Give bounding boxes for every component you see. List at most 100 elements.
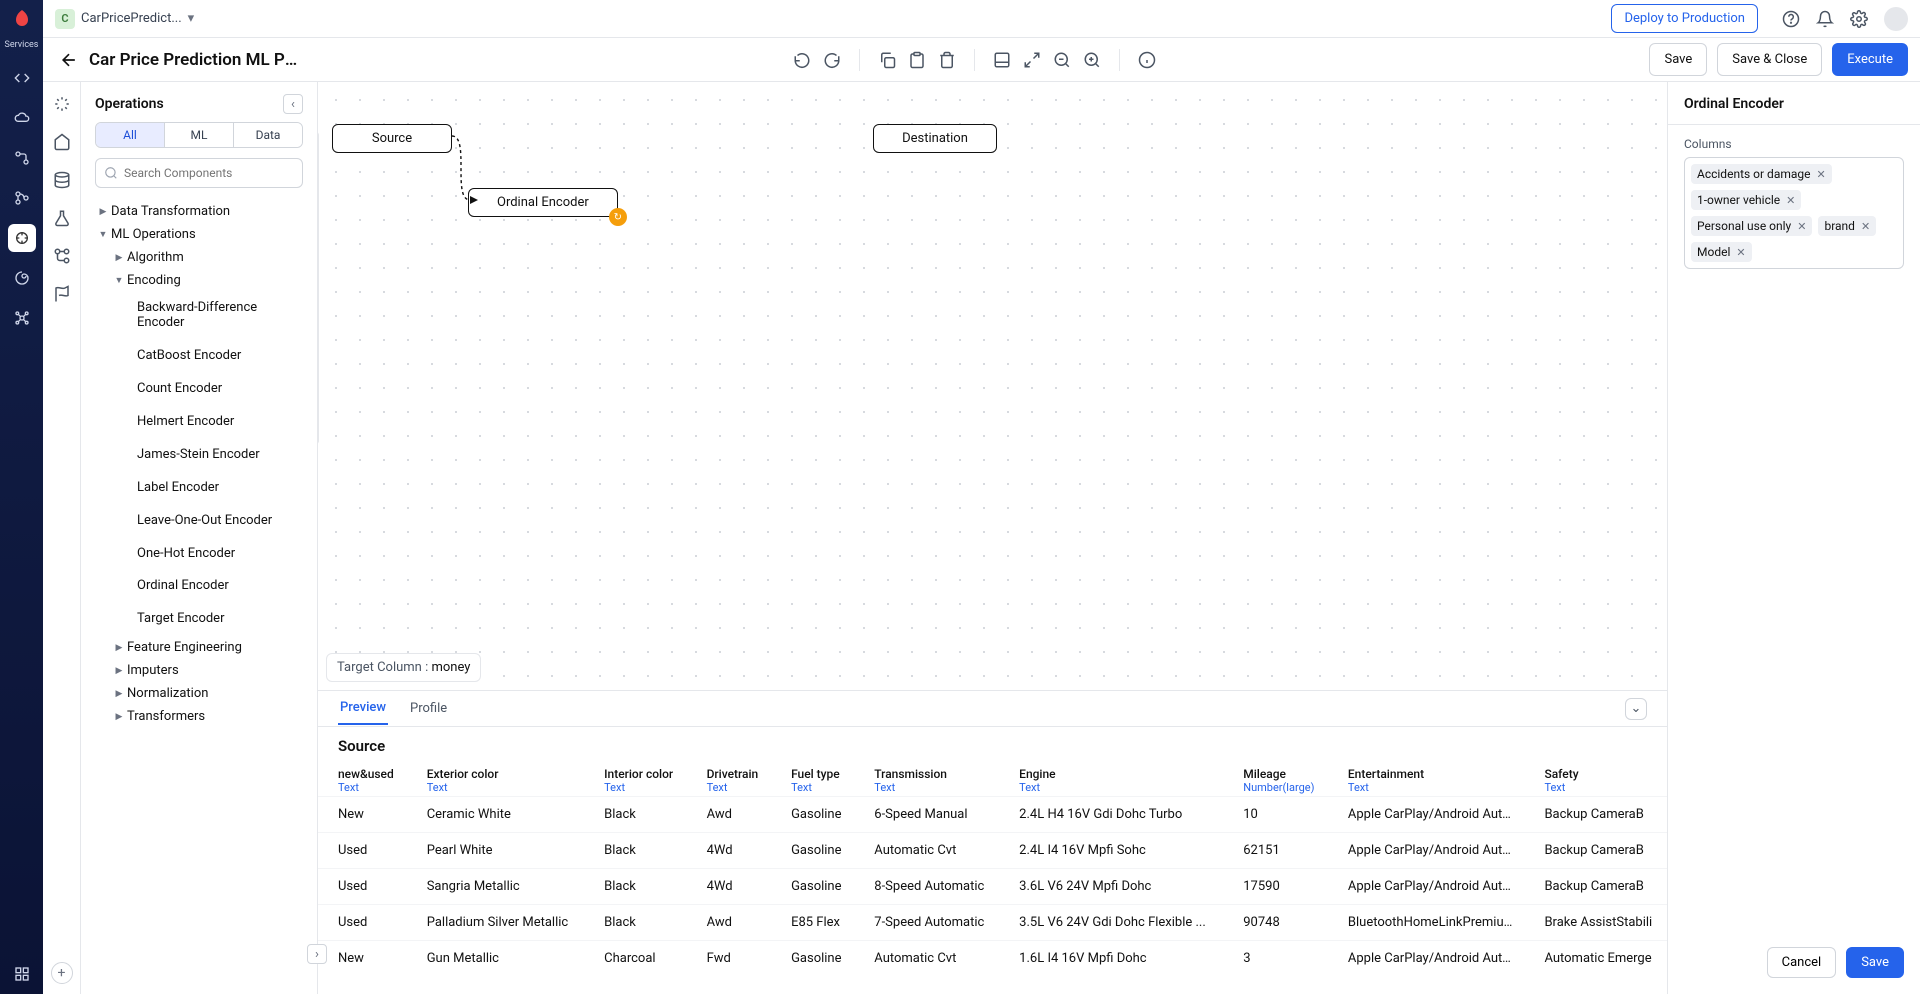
tree-leaf[interactable]: Helmert Encoder <box>81 406 317 439</box>
table-cell: Gun Metallic <box>407 941 584 977</box>
collapse-panel-button[interactable]: ‹ <box>283 94 303 114</box>
table-row[interactable]: UsedSangria MetallicBlack4WdGasoline8-Sp… <box>318 869 1667 905</box>
tree-leaf[interactable]: Count Encoder <box>81 373 317 406</box>
column-tag[interactable]: Model✕ <box>1691 242 1752 262</box>
home-icon[interactable] <box>50 130 74 154</box>
back-button[interactable] <box>55 46 83 74</box>
tree-leaf[interactable]: Label Encoder <box>81 472 317 505</box>
table-row[interactable]: NewGun MetallicCharcoalFwdGasolineAutoma… <box>318 941 1667 977</box>
remove-tag-icon[interactable]: ✕ <box>1786 194 1795 207</box>
help-icon[interactable] <box>1780 8 1802 30</box>
bell-icon[interactable] <box>1814 8 1836 30</box>
column-header[interactable]: Interior colorText <box>584 761 686 797</box>
column-tag[interactable]: Personal use only✕ <box>1691 216 1812 236</box>
remove-tag-icon[interactable]: ✕ <box>1817 168 1826 181</box>
remove-tag-icon[interactable]: ✕ <box>1861 220 1870 233</box>
search-components[interactable] <box>95 158 303 188</box>
tree-transformers[interactable]: ▶Transformers <box>81 705 317 728</box>
tab-ml[interactable]: ML <box>164 123 233 147</box>
execute-button[interactable]: Execute <box>1832 43 1908 76</box>
tree-leaf[interactable]: Backward-Difference Encoder <box>81 292 317 340</box>
column-header[interactable]: EngineText <box>999 761 1223 797</box>
info-icon[interactable] <box>1132 45 1162 75</box>
tree-encoding[interactable]: ▼Encoding <box>81 269 317 292</box>
column-header[interactable]: SafetyText <box>1524 761 1667 797</box>
column-header[interactable]: Exterior colorText <box>407 761 584 797</box>
tab-data[interactable]: Data <box>233 123 302 147</box>
remove-tag-icon[interactable]: ✕ <box>1736 246 1745 259</box>
paste-icon[interactable] <box>902 45 932 75</box>
table-row[interactable]: NewCeramic WhiteBlackAwdGasoline6-Speed … <box>318 797 1667 833</box>
database-icon[interactable] <box>50 168 74 192</box>
gear-icon[interactable] <box>1848 8 1870 30</box>
tab-all[interactable]: All <box>96 123 164 147</box>
project-selector[interactable]: C CarPricePredict... ▾ <box>55 9 194 29</box>
copy-icon[interactable] <box>872 45 902 75</box>
table-row[interactable]: UsedPearl WhiteBlack4WdGasolineAutomatic… <box>318 833 1667 869</box>
flag-icon[interactable] <box>50 282 74 306</box>
search-input[interactable] <box>124 166 294 180</box>
tree-normalization[interactable]: ▶Normalization <box>81 682 317 705</box>
save-close-button[interactable]: Save & Close <box>1717 43 1822 76</box>
table-cell: Awd <box>687 797 772 833</box>
rail-ml-icon[interactable] <box>8 304 36 332</box>
panel-cancel-button[interactable]: Cancel <box>1767 947 1837 978</box>
remove-tag-icon[interactable]: ✕ <box>1797 220 1806 233</box>
redo-icon[interactable] <box>817 45 847 75</box>
tree-leaf[interactable]: One-Hot Encoder <box>81 538 317 571</box>
node-ordinal-encoder[interactable]: Ordinal Encoder <box>468 188 618 217</box>
rail-diagram-icon[interactable] <box>8 144 36 172</box>
node-source[interactable]: Source <box>332 124 452 153</box>
column-header[interactable]: TransmissionText <box>854 761 999 797</box>
fullscreen-icon[interactable] <box>1017 45 1047 75</box>
tree-leaf[interactable]: James-Stein Encoder <box>81 439 317 472</box>
tree-algorithm[interactable]: ▶Algorithm <box>81 246 317 269</box>
flask-icon[interactable] <box>50 206 74 230</box>
tree-leaf[interactable]: Target Encoder <box>81 603 317 636</box>
save-button[interactable]: Save <box>1649 43 1707 76</box>
tree-leaf[interactable]: Leave-One-Out Encoder <box>81 505 317 538</box>
panel-save-button[interactable]: Save <box>1846 947 1904 978</box>
table-row[interactable]: UsedPalladium Silver MetallicBlackAwdE85… <box>318 905 1667 941</box>
node-destination[interactable]: Destination <box>873 124 997 153</box>
pipeline-canvas[interactable]: Source Destination Ordinal Encoder Targe… <box>318 82 1667 690</box>
tree-imputers[interactable]: ▶Imputers <box>81 659 317 682</box>
tree-feature-engineering[interactable]: ▶Feature Engineering <box>81 636 317 659</box>
column-header[interactable]: EntertainmentText <box>1328 761 1525 797</box>
add-component-button[interactable]: + <box>51 962 73 984</box>
zoom-in-icon[interactable] <box>1077 45 1107 75</box>
tree-data-transformation[interactable]: ▶Data Transformation <box>81 200 317 223</box>
rail-branch-icon[interactable] <box>8 184 36 212</box>
sparkle-icon[interactable] <box>50 92 74 116</box>
tab-profile[interactable]: Profile <box>408 693 449 724</box>
tree-leaf[interactable]: CatBoost Encoder <box>81 340 317 373</box>
rail-pipeline-icon[interactable] <box>8 224 36 252</box>
columns-tag-input[interactable]: Accidents or damage✕ 1-owner vehicle✕ Pers… <box>1684 157 1904 269</box>
collapse-preview-button[interactable]: ⌄ <box>1625 698 1647 720</box>
column-tag[interactable]: 1-owner vehicle✕ <box>1691 190 1801 210</box>
zoom-out-icon[interactable] <box>1047 45 1077 75</box>
column-header[interactable]: DrivetrainText <box>687 761 772 797</box>
rail-cloud-icon[interactable] <box>8 104 36 132</box>
column-tag[interactable]: brand✕ <box>1818 216 1876 236</box>
column-header[interactable]: new&usedText <box>318 761 407 797</box>
column-header[interactable]: MileageNumber(large) <box>1223 761 1328 797</box>
tree-ml-operations[interactable]: ▼ML Operations <box>81 223 317 246</box>
tab-preview[interactable]: Preview <box>338 692 388 725</box>
nodes-icon[interactable] <box>50 244 74 268</box>
tree-leaf[interactable]: Ordinal Encoder <box>81 570 317 603</box>
user-avatar[interactable] <box>1884 7 1908 31</box>
deploy-button[interactable]: Deploy to Production <box>1611 4 1758 33</box>
column-header[interactable]: Fuel typeText <box>771 761 854 797</box>
rail-spiral-icon[interactable] <box>8 264 36 292</box>
layout-icon[interactable] <box>987 45 1017 75</box>
table-cell: 3.6L V6 24V Mpfi Dohc <box>999 869 1223 905</box>
rail-code-icon[interactable] <box>8 64 36 92</box>
rail-apps-icon[interactable] <box>8 960 36 988</box>
table-cell: Apple CarPlay/Android AutoBlu... <box>1328 869 1525 905</box>
column-tag[interactable]: Accidents or damage✕ <box>1691 164 1832 184</box>
canvas-scroll-handle[interactable] <box>318 132 319 444</box>
table-cell: 17590 <box>1223 869 1328 905</box>
trash-icon[interactable] <box>932 45 962 75</box>
undo-icon[interactable] <box>787 45 817 75</box>
